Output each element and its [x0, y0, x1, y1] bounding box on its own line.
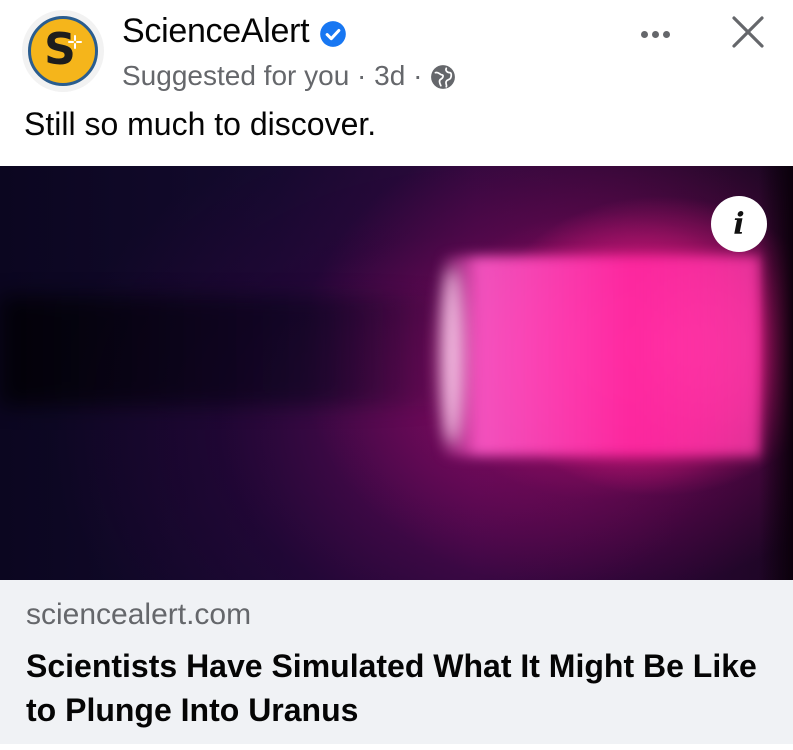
feed-post: S ScienceAlert Suggested for you · 3d ·: [0, 0, 793, 750]
glow-edge: [440, 266, 464, 446]
link-headline: Scientists Have Simulated What It Might …: [26, 648, 757, 728]
verified-badge-icon: [320, 20, 347, 47]
sciencealert-logo: S: [28, 16, 98, 86]
image-shadow: [0, 296, 450, 406]
dot-icon: [651, 30, 659, 38]
info-icon[interactable]: i: [711, 196, 767, 252]
dot-icon: [640, 30, 648, 38]
post-caption: Still so much to discover.: [24, 106, 377, 142]
post-meta: Suggested for you · 3d ·: [122, 60, 456, 92]
close-icon[interactable]: [722, 6, 774, 58]
page-name-row: ScienceAlert: [122, 12, 347, 51]
pink-glow: [440, 256, 760, 456]
spark-icon: [68, 35, 82, 49]
post-bottom-edge: [0, 744, 793, 750]
page-name[interactable]: ScienceAlert: [122, 12, 310, 51]
page-avatar[interactable]: S: [22, 10, 104, 92]
more-options-button[interactable]: [630, 14, 680, 54]
link-domain: sciencealert.com: [26, 598, 252, 631]
globe-icon: [431, 65, 456, 89]
link-preview[interactable]: sciencealert.com Scientists Have Simulat…: [0, 580, 793, 744]
post-image[interactable]: i: [0, 166, 793, 580]
post-meta-text: Suggested for you · 3d ·: [122, 60, 423, 91]
dot-icon: [662, 30, 670, 38]
